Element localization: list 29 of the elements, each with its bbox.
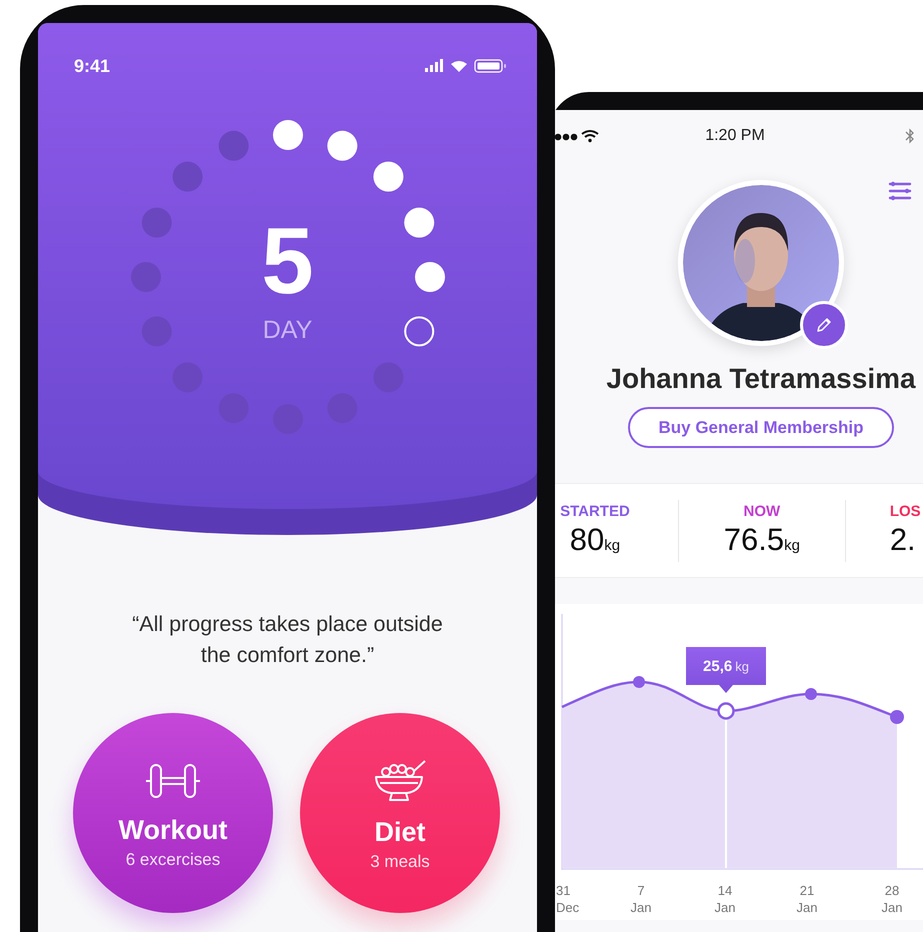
axis-label: 31 Dec: [556, 882, 580, 916]
stat-value: 80kg: [570, 522, 620, 558]
stat-value: 2.: [890, 522, 916, 558]
axis-label: 21 Jan: [796, 882, 818, 916]
bluetooth-icon: [905, 128, 915, 144]
stat-label: NOW: [744, 503, 780, 520]
stat-value: 76.5kg: [724, 522, 800, 558]
edit-avatar-button[interactable]: [800, 301, 848, 349]
profile-name: Johanna Tetramassima: [606, 362, 916, 396]
status-time: 1:20 PM: [705, 127, 765, 145]
day-label: DAY: [262, 316, 312, 344]
status-time: 9:41: [74, 56, 110, 76]
selected-point[interactable]: [717, 702, 735, 720]
axis-label: 14 Jan: [714, 882, 736, 916]
membership-button[interactable]: Buy General Membership: [628, 407, 894, 448]
bowl-icon: [372, 758, 428, 802]
value-tooltip: 25,6 kg: [686, 647, 766, 693]
filter-icon[interactable]: [888, 180, 912, 202]
diet-button[interactable]: Diet 3 meals: [300, 713, 500, 913]
data-point: [805, 688, 817, 700]
axis-label: 28 Jan: [882, 882, 902, 916]
day-number: 5: [261, 214, 314, 308]
stat-label: STARTED: [560, 503, 630, 520]
data-point: [890, 710, 904, 724]
quote-text: “All progress takes place outside the comfort zone.”: [131, 611, 444, 669]
stat-label: LOS: [890, 503, 921, 520]
workout-button[interactable]: Workout 6 excercises: [73, 713, 273, 913]
axis-label: 7 Jan: [630, 882, 652, 916]
data-point: [633, 676, 645, 688]
